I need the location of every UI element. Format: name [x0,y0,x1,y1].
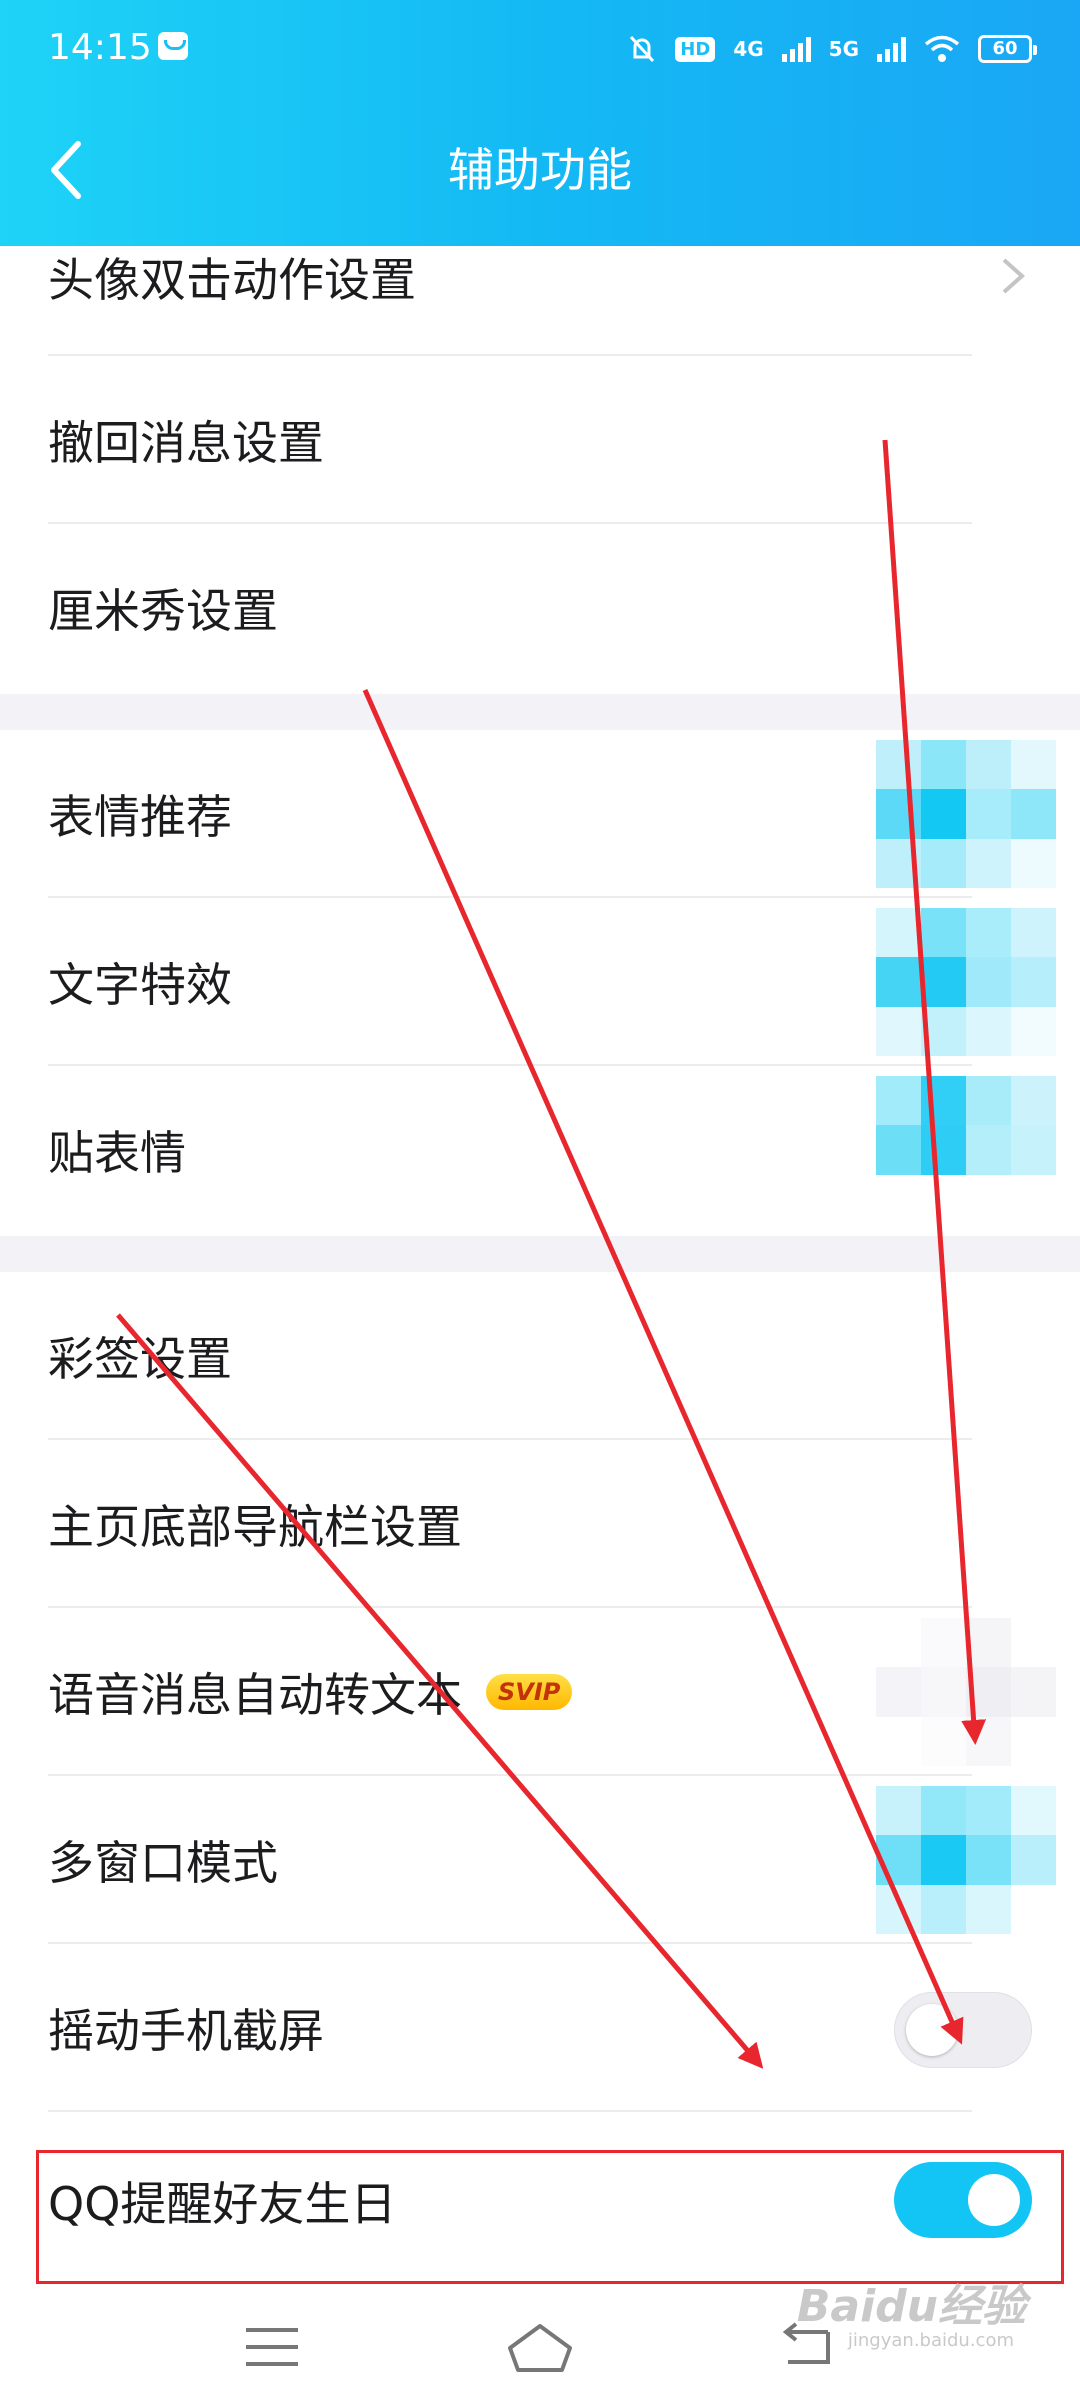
list-item-color-tag[interactable]: 彩签设置 [0,1272,1080,1440]
list-item-sticker[interactable]: 贴表情 [0,1066,1080,1236]
blurred-toggle-placeholder [876,1786,1056,1934]
list-item-label: 撤回消息设置 [48,416,324,470]
blurred-toggle-placeholder [876,1076,1056,1224]
hd-badge: HD [675,36,716,62]
svip-badge: SVIP [486,1674,573,1710]
status-bar: 14:15 HD 4G 5G 60 [0,0,1080,96]
list-item-cmshow[interactable]: 厘米秀设置 [0,524,1080,694]
app-header: 14:15 HD 4G 5G 60 辅助功能 [0,0,1080,246]
signal-4g-icon [781,36,811,62]
list-item-text-effects[interactable]: 文字特效 [0,898,1080,1066]
watermark-url: jingyan.baidu.com [847,2330,1014,2351]
blurred-toggle-placeholder [876,908,1056,1056]
list-item-recall-message[interactable]: 撤回消息设置 [0,356,1080,524]
list-item-shake-screenshot[interactable]: 摇动手机截屏 [0,1944,1080,2112]
menu-button[interactable] [232,2312,312,2382]
annotation-highlight-box [36,2150,1064,2284]
chevron-right-icon [1002,258,1026,294]
list-item-label: 主页底部导航栏设置 [48,1500,462,1554]
blurred-toggle-placeholder [876,740,1056,888]
title-bar: 辅助功能 [0,110,1080,230]
list-item-avatar-double-click[interactable]: 头像双击动作设置 [0,246,1080,356]
signal-4g-label: 4G [733,37,764,61]
list-item-label: 厘米秀设置 [48,584,278,638]
page-title: 辅助功能 [448,143,632,197]
message-notification-icon [158,32,188,60]
settings-group-3: 彩签设置 主页底部导航栏设置 语音消息自动转文本 SVIP 多窗口模式 摇动手机… [0,1272,1080,2290]
list-item-label: 摇动手机截屏 [48,2004,324,2058]
list-item-label: 多窗口模式 [48,1836,278,1890]
battery-icon: 60 [978,35,1037,63]
signal-5g-label: 5G [828,37,859,61]
wifi-icon [924,35,960,62]
status-time: 14:15 [48,27,152,68]
home-icon [508,2324,572,2372]
list-item-emoji-recommend[interactable]: 表情推荐 [0,730,1080,898]
menu-icon [246,2328,298,2366]
list-item-bottom-nav[interactable]: 主页底部导航栏设置 [0,1440,1080,1608]
list-item-label: 文字特效 [48,958,232,1012]
watermark-logo: Baidu经验 [796,2281,1026,2332]
settings-group-1: 头像双击动作设置 撤回消息设置 厘米秀设置 [0,246,1080,694]
list-item-label: 表情推荐 [48,790,232,844]
settings-group-2: 表情推荐 文字特效 贴表情 [0,730,1080,1236]
list-item-multi-window[interactable]: 多窗口模式 [0,1776,1080,1944]
list-item-label: 贴表情 [48,1126,186,1180]
list-item-label: 头像双击动作设置 [48,253,416,307]
list-item-voice-to-text[interactable]: 语音消息自动转文本 SVIP [0,1608,1080,1776]
toggle-knob [906,2004,958,2056]
blurred-toggle-placeholder [876,1618,1056,1766]
list-item-label: 语音消息自动转文本 SVIP [48,1608,573,1776]
status-icons: HD 4G 5G 60 [627,28,1037,70]
list-item-label: 彩签设置 [48,1332,232,1386]
shake-screenshot-toggle[interactable] [894,1992,1032,2068]
signal-5g-icon [877,36,906,62]
mute-bell-icon [630,35,655,63]
home-button[interactable] [500,2312,580,2382]
list-item-text: 语音消息自动转文本 [48,1668,462,1722]
